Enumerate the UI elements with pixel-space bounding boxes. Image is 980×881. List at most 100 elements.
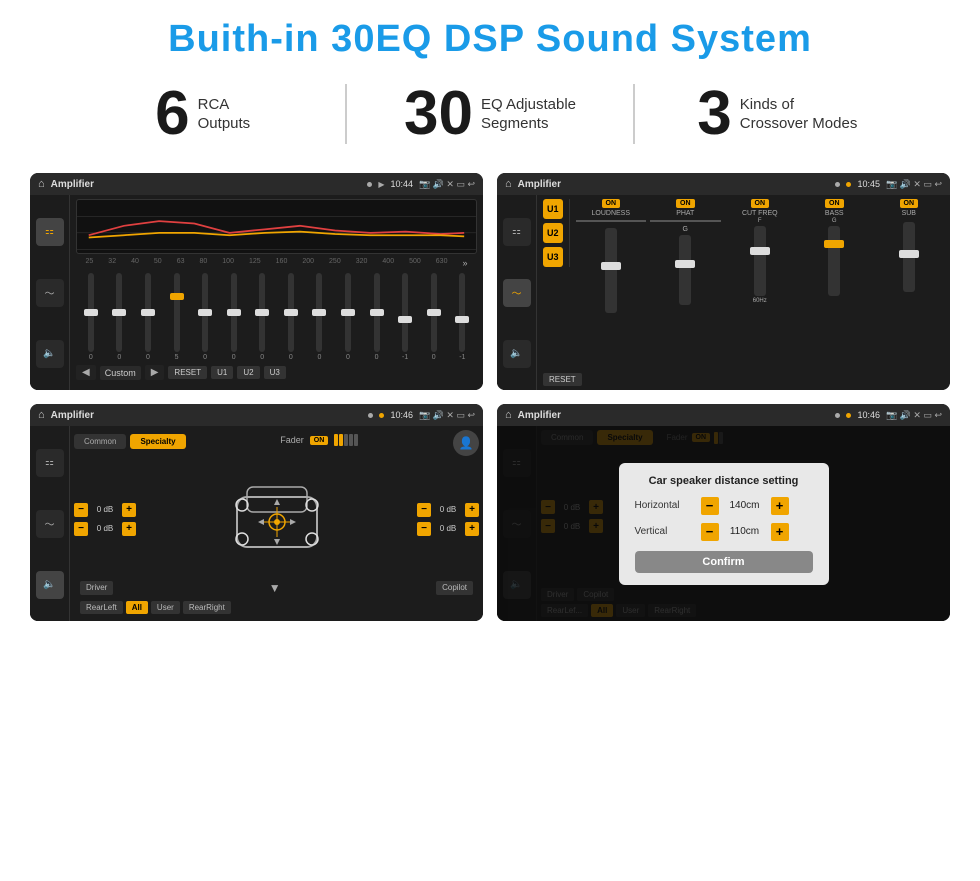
vertical-plus-btn[interactable]: +: [771, 523, 789, 541]
home-icon-4[interactable]: ⌂: [505, 409, 512, 421]
db-minus-3[interactable]: −: [417, 503, 431, 517]
dialog-vertical-row: Vertical − 110cm +: [635, 523, 813, 541]
screen1-time: 10:44: [390, 179, 413, 189]
phat-on[interactable]: ON: [676, 199, 695, 208]
screen2-dot2: [846, 182, 851, 187]
cutfreq-on[interactable]: ON: [751, 199, 770, 208]
screen1-side-controls: ⚏ 〜 🔈: [30, 195, 70, 390]
screen-amp: ⌂ Amplifier 10:45 📷 🔊 ✕ ▭ ↩ ⚏ 〜 🔈 U1 U2 …: [497, 173, 950, 390]
db-plus-4[interactable]: +: [465, 522, 479, 536]
screen1-icons: 📷 🔊 ✕ ▭ ↩: [419, 179, 475, 190]
btn-driver[interactable]: Driver: [80, 581, 113, 595]
speaker-bottom-btns-2: RearLeft All User RearRight: [74, 598, 479, 617]
eq-icon-btn-2[interactable]: ⚏: [503, 218, 531, 246]
speaker-tabs: Common Specialty: [74, 434, 186, 449]
eq-custom-label: Custom: [100, 366, 141, 380]
screen3-dot1: [368, 413, 373, 418]
eq-icon-btn-3[interactable]: ⚏: [36, 449, 64, 477]
eq-icon-btn[interactable]: ⚏: [36, 218, 64, 246]
screen-dialog: ⌂ Amplifier 10:46 📷 🔊 ✕ ▭ ↩ ⚏ 〜 🔈 Common…: [497, 404, 950, 621]
preset-u1[interactable]: U1: [543, 199, 563, 219]
screen3-icons: 📷 🔊 ✕ ▭ ↩: [419, 410, 475, 421]
fader-on[interactable]: ON: [310, 436, 329, 445]
screen1-dot1: [367, 182, 372, 187]
preset-u2[interactable]: U2: [543, 223, 563, 243]
db-plus-2[interactable]: +: [122, 522, 136, 536]
screen2-dot1: [835, 182, 840, 187]
user-icon[interactable]: 👤: [453, 430, 479, 456]
tab-specialty[interactable]: Specialty: [130, 434, 185, 449]
wave-btn-2[interactable]: 〜: [503, 279, 531, 307]
stat-eq: 30 EQ Adjustable Segments: [347, 83, 632, 145]
db-minus-2[interactable]: −: [74, 522, 88, 536]
screen4-time: 10:46: [857, 410, 880, 420]
speaker-distance-dialog: Car speaker distance setting Horizontal …: [619, 463, 829, 585]
db-plus-3[interactable]: +: [465, 503, 479, 517]
home-icon-3[interactable]: ⌂: [38, 409, 45, 421]
screen1-topbar: ⌂ Amplifier ▶ 10:44 📷 🔊 ✕ ▭ ↩: [30, 173, 483, 195]
loudness-on[interactable]: ON: [602, 199, 621, 208]
speaker-bottom-btns: Driver ▼ Copilot: [74, 578, 479, 598]
btn-rearleft[interactable]: RearLeft: [80, 601, 123, 614]
eq-u1-btn[interactable]: U1: [211, 366, 233, 379]
eq-prev-btn[interactable]: ◀: [76, 365, 96, 380]
fader-row: Fader ON: [280, 434, 358, 446]
db-plus-1[interactable]: +: [122, 503, 136, 517]
stat-crossover-number: 3: [697, 83, 731, 145]
eq-bottom-bar: ◀ Custom ▶ RESET U1 U2 U3: [76, 365, 477, 380]
vertical-minus-btn[interactable]: −: [701, 523, 719, 541]
eq-next-btn[interactable]: ▶: [145, 365, 165, 380]
stat-rca-text: RCA Outputs: [198, 95, 251, 134]
btn-copilot[interactable]: Copilot: [436, 581, 473, 595]
btn-user[interactable]: User: [151, 601, 180, 614]
screen4-dot1: [835, 413, 840, 418]
stat-crossover: 3 Kinds of Crossover Modes: [635, 83, 920, 145]
home-icon-2[interactable]: ⌂: [505, 178, 512, 190]
btn-all[interactable]: All: [126, 601, 148, 614]
amp-reset-btn[interactable]: RESET: [543, 373, 582, 386]
sub-on[interactable]: ON: [900, 199, 919, 208]
wave-btn[interactable]: 〜: [36, 279, 64, 307]
screen1-play-icon: ▶: [378, 180, 384, 189]
loudness-label: LOUDNESS: [592, 210, 631, 218]
eq-u2-btn[interactable]: U2: [237, 366, 259, 379]
eq-freq-labels: 2532405063 80100125160200 25032040050063…: [76, 258, 477, 268]
horizontal-label: Horizontal: [635, 500, 695, 511]
screen3-time: 10:46: [390, 410, 413, 420]
screen3-title: Amplifier: [51, 410, 363, 421]
screen2-topbar: ⌂ Amplifier 10:45 📷 🔊 ✕ ▭ ↩: [497, 173, 950, 195]
speaker-btn-3[interactable]: 🔈: [36, 571, 64, 599]
eq-main-area: 2532405063 80100125160200 25032040050063…: [70, 195, 483, 390]
vertical-label: Vertical: [635, 526, 695, 537]
screen4-icons: 📷 🔊 ✕ ▭ ↩: [886, 410, 942, 421]
phat-label: PHAT: [676, 210, 694, 218]
eq-u3-btn[interactable]: U3: [264, 366, 286, 379]
stat-eq-text: EQ Adjustable Segments: [481, 95, 576, 134]
screen2-side-controls: ⚏ 〜 🔈: [497, 195, 537, 390]
bass-on[interactable]: ON: [825, 199, 844, 208]
stats-row: 6 RCA Outputs 30 EQ Adjustable Segments …: [0, 73, 980, 163]
confirm-button[interactable]: Confirm: [635, 551, 813, 573]
home-icon[interactable]: ⌂: [38, 178, 45, 190]
speaker-btn-2[interactable]: 🔈: [503, 340, 531, 368]
screen4-dot2: [846, 413, 851, 418]
db-minus-1[interactable]: −: [74, 503, 88, 517]
tab-common[interactable]: Common: [74, 434, 126, 449]
horizontal-minus-btn[interactable]: −: [701, 497, 719, 515]
car-layout: [142, 477, 411, 562]
eq-graph: [76, 199, 477, 254]
wave-btn-3[interactable]: 〜: [36, 510, 64, 538]
sub-label: SUB: [902, 210, 916, 218]
bass-label: BASS: [825, 210, 844, 218]
eq-sliders: 0 0 0 5 0 0 0 0 0 0 0 -1 0 -1: [76, 271, 477, 361]
speaker-btn[interactable]: 🔈: [36, 340, 64, 368]
screen-eq: ⌂ Amplifier ▶ 10:44 📷 🔊 ✕ ▭ ↩ ⚏ 〜 🔈: [30, 173, 483, 390]
screen3-side-controls: ⚏ 〜 🔈: [30, 426, 70, 621]
horizontal-plus-btn[interactable]: +: [771, 497, 789, 515]
btn-rearright[interactable]: RearRight: [183, 601, 231, 614]
stat-eq-number: 30: [404, 83, 473, 145]
db-minus-4[interactable]: −: [417, 522, 431, 536]
screen2-time: 10:45: [857, 179, 880, 189]
preset-u3[interactable]: U3: [543, 247, 563, 267]
eq-reset-btn[interactable]: RESET: [168, 366, 207, 379]
